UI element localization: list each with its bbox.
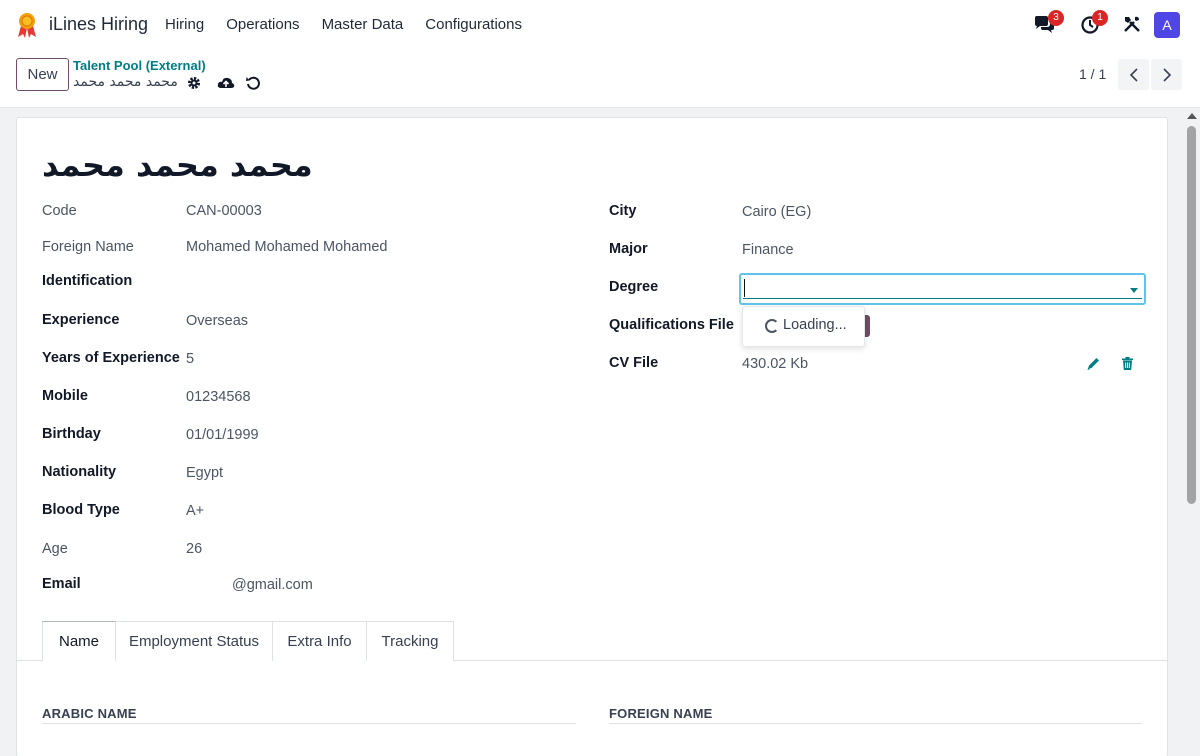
major-label: Major [609,241,648,257]
degree-label: Degree [609,279,659,295]
foreign-name-value[interactable]: Mohamed Mohamed Mohamed [186,239,388,255]
record-title[interactable]: محمد محمد محمد [42,146,313,184]
degree-input[interactable] [739,273,1146,305]
top-navbar: iLines Hiring Hiring Operations Master D… [0,0,1200,50]
code-label: Code [42,203,77,219]
scroll-up-arrow-icon[interactable] [1187,113,1197,119]
qualifications-file-label: Qualifications File [609,317,734,333]
email-value[interactable]: @gmail.com [232,577,313,593]
tab-name[interactable]: Name [42,621,116,661]
blood-type-value[interactable]: A+ [186,503,204,519]
activities-badge: 1 [1092,10,1108,26]
tab-employment-status[interactable]: Employment Status [115,621,273,661]
loading-text: Loading... [783,317,847,333]
nationality-value[interactable]: Egypt [186,465,223,481]
age-label: Age [42,541,68,557]
menu-item-operations[interactable]: Operations [226,16,299,33]
gear-icon[interactable] [186,75,202,91]
experience-value[interactable]: Overseas [186,313,248,329]
cloud-upload-icon[interactable] [217,75,235,91]
tools-icon[interactable] [1123,15,1141,33]
foreign-name-divider [609,723,1142,724]
mobile-value[interactable]: 01234568 [186,389,251,405]
years-of-experience-value[interactable]: 5 [186,351,194,367]
control-panel: New Talent Pool (External) محمد محمد محم… [0,50,1200,108]
menu-item-hiring[interactable]: Hiring [165,16,204,33]
chevron-right-icon [1162,67,1171,82]
major-value[interactable]: Finance [742,242,794,258]
foreign-name-label: Foreign Name [42,239,134,255]
user-avatar[interactable]: A [1154,12,1180,38]
identification-field[interactable] [186,273,486,293]
arabic-name-divider [42,723,576,724]
spinner-icon [765,319,779,333]
cv-file-label: CV File [609,355,659,371]
email-label: Email [42,576,81,592]
code-value: CAN-00003 [186,203,262,219]
pager-next-button[interactable] [1151,59,1182,90]
chevron-left-icon [1129,67,1138,82]
breadcrumb-parent[interactable]: Talent Pool (External) [73,58,206,73]
text-cursor [744,279,745,297]
city-label: City [609,203,637,219]
foreign-name-section-title: FOREIGN NAME [609,706,713,721]
pager-previous-button[interactable] [1118,59,1149,90]
dropdown-caret-icon[interactable] [1130,288,1138,293]
degree-input-underline [743,277,1142,299]
menu-item-configurations[interactable]: Configurations [425,16,522,33]
cv-file-value[interactable]: 430.02 Kb [742,356,808,372]
app-name[interactable]: iLines Hiring [49,14,148,35]
pencil-icon[interactable] [1086,356,1101,371]
main-menu: Hiring Operations Master Data Configurat… [165,16,544,33]
discard-icon[interactable] [245,75,261,91]
years-of-experience-label: Years of Experience [42,350,180,366]
mobile-label: Mobile [42,388,88,404]
pager-value[interactable]: 1 / 1 [1079,66,1106,82]
degree-autocomplete-dropdown: Loading... [742,306,865,347]
ribbon-logo-icon[interactable] [16,12,38,38]
experience-label: Experience [42,312,120,328]
breadcrumb-current: محمد محمد محمد [73,74,178,90]
tab-extra-info[interactable]: Extra Info [272,621,367,661]
birthday-value[interactable]: 01/01/1999 [186,427,259,443]
age-value: 26 [186,541,203,557]
scrollbar-thumb[interactable] [1187,126,1196,504]
arabic-name-section-title: ARABIC NAME [42,706,137,721]
city-value[interactable]: Cairo (EG) [742,204,811,220]
trash-icon[interactable] [1120,356,1135,371]
menu-item-master-data[interactable]: Master Data [322,16,404,33]
tab-tracking[interactable]: Tracking [366,621,454,661]
new-button[interactable]: New [16,58,69,91]
identification-label: Identification [42,273,133,289]
nationality-label: Nationality [42,464,117,480]
birthday-label: Birthday [42,426,101,442]
blood-type-label: Blood Type [42,502,120,518]
messages-badge: 3 [1048,10,1064,26]
